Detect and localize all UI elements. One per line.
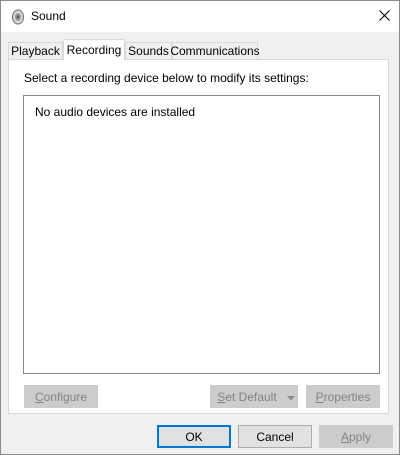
speaker-icon [10,9,26,25]
close-button[interactable] [369,1,399,32]
title-bar[interactable]: Sound [1,1,399,32]
properties-accel: P [315,389,324,404]
device-list[interactable]: No audio devices are installed [23,95,380,374]
configure-button[interactable]: Configure [24,385,98,408]
tab-label: Sounds [128,44,169,58]
tab-sounds[interactable]: Sounds [125,42,172,59]
tab-recording[interactable]: Recording [63,39,125,60]
properties-button[interactable]: Properties [306,385,380,408]
chevron-down-icon [287,390,295,404]
sound-dialog: Sound Playback Recording Sounds Communic… [0,0,400,455]
tab-communications[interactable]: Communications [170,42,260,59]
tab-label: Playback [11,44,60,58]
ok-button[interactable]: OK [157,425,231,448]
apply-button[interactable]: Apply [319,425,393,448]
configure-accel: C [34,389,44,404]
tab-playback[interactable]: Playback [8,42,63,59]
cancel-label: Cancel [256,429,294,444]
close-icon [378,9,390,24]
recording-panel: Select a recording device below to modif… [8,59,389,414]
apply-accel: A [340,429,349,444]
set-default-label: et Default [225,389,277,404]
ok-label: OK [185,429,203,444]
set-default-accel: S [217,389,226,404]
configure-label: onfigure [43,389,88,404]
instruction-text: Select a recording device below to modif… [24,71,309,85]
set-default-dropdown[interactable] [284,385,298,408]
empty-device-message: No audio devices are installed [35,105,196,119]
properties-label: roperties [323,389,371,404]
cancel-button[interactable]: Cancel [238,425,312,448]
tab-label: Communications [170,44,260,58]
apply-label: pply [349,429,372,444]
tab-label: Recording [66,43,122,57]
window-title: Sound [31,9,66,23]
set-default-button[interactable]: Set Default [210,385,284,408]
